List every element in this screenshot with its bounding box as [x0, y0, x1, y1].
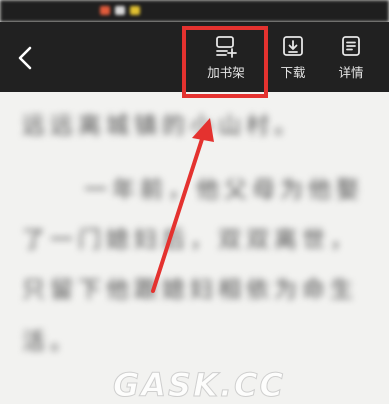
watermark: GASK.CC: [113, 366, 285, 404]
annotation-arrow: [151, 118, 214, 293]
